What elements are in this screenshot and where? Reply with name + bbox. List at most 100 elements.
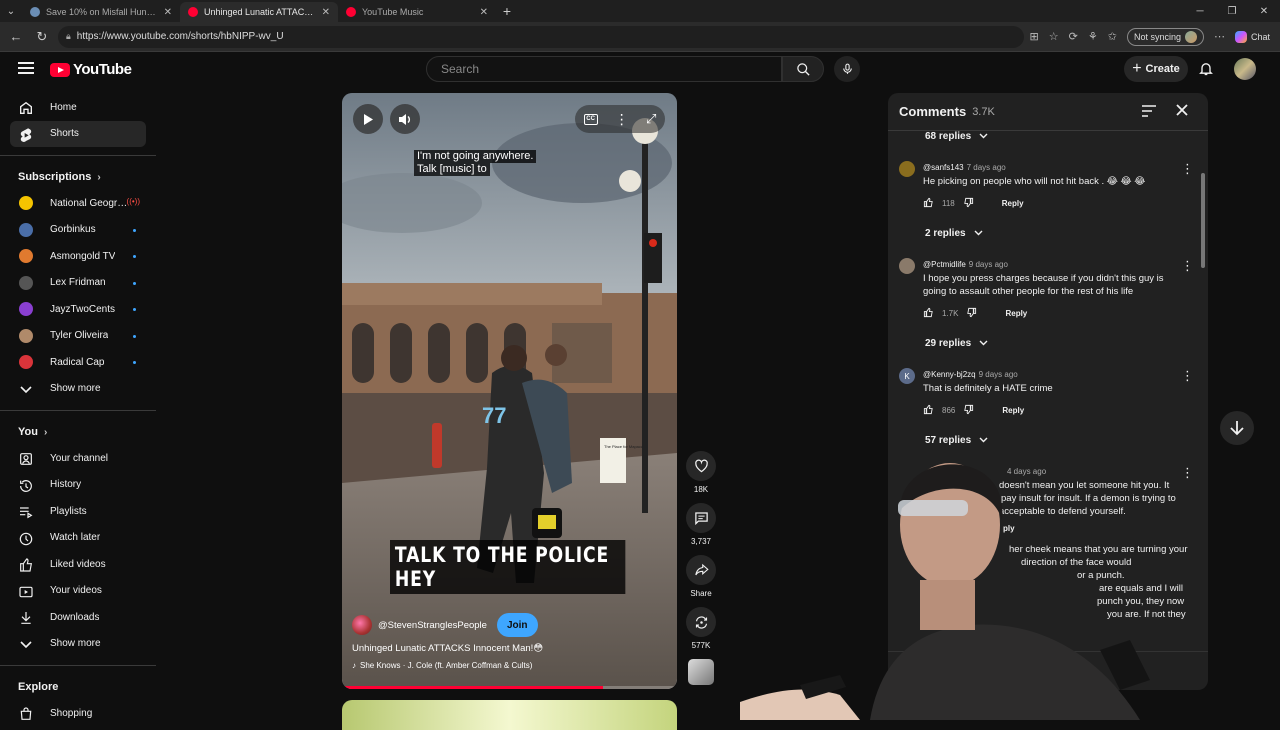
next-short-button[interactable]: [1220, 411, 1254, 445]
close-comments-icon[interactable]: [1175, 103, 1189, 122]
sidebar-item-your-channel[interactable]: Your channel: [10, 445, 146, 472]
profile-sync-button[interactable]: Not syncing: [1126, 27, 1204, 46]
browser-tab-steam[interactable]: Save 10% on Misfall Hunter on Steam ✕: [22, 2, 180, 22]
like-button[interactable]: [686, 451, 716, 481]
tab-close-icon[interactable]: ✕: [164, 7, 172, 18]
sidebar-item-watch-later[interactable]: Watch later: [10, 525, 146, 552]
view-replies-toggle[interactable]: 2 replies: [925, 228, 983, 239]
voice-search-button[interactable]: [834, 56, 860, 82]
reply-button[interactable]: Reply: [1005, 309, 1027, 318]
comment-age[interactable]: 9 days ago: [969, 260, 1008, 269]
like-comment-thumbs-up-icon[interactable]: [923, 197, 934, 210]
dislike-comment-thumbs-down-icon[interactable]: [966, 307, 977, 320]
sidebar-subscription-asmongold-tv[interactable]: Asmongold TV: [10, 243, 146, 270]
sidebar-item-your-videos[interactable]: Your videos: [10, 578, 146, 605]
reply-button[interactable]: Reply: [1002, 406, 1024, 415]
refresh-page-icon[interactable]: ⟳: [1069, 30, 1078, 43]
join-button[interactable]: Join: [496, 613, 538, 637]
sidebar-subscriptions-show-more[interactable]: Show more: [10, 376, 146, 403]
tab-close-icon[interactable]: ✕: [322, 7, 330, 18]
extensions-puzzle-icon[interactable]: ⚘: [1088, 30, 1098, 43]
tab-close-icon[interactable]: ✕: [480, 7, 488, 18]
you-heading[interactable]: You ›: [0, 419, 156, 445]
notifications-bell-icon[interactable]: [1198, 60, 1214, 82]
like-comment-thumbs-up-icon[interactable]: [923, 307, 934, 320]
favorite-star-icon[interactable]: ☆: [1049, 30, 1059, 43]
copilot-chat-button[interactable]: Chat: [1234, 30, 1270, 43]
sidebar-item-home[interactable]: Home: [10, 94, 146, 121]
maximize-icon[interactable]: ❐: [1216, 6, 1248, 17]
next-short-preview[interactable]: [342, 700, 677, 730]
comment-age[interactable]: 4 days ago: [1007, 467, 1046, 476]
volume-button[interactable]: [390, 104, 420, 134]
sidebar-subscription-jayztwocents[interactable]: JayzTwoCents: [10, 296, 146, 323]
sidebar-item-shorts[interactable]: Shorts: [10, 120, 146, 147]
share-button[interactable]: [686, 555, 716, 585]
back-arrow-icon[interactable]: ←: [6, 27, 26, 47]
sort-comments-icon[interactable]: [1142, 104, 1156, 122]
search-input[interactable]: Search: [426, 56, 782, 82]
sidebar-subscription-national-geographic[interactable]: National Geogra... ((•)): [10, 190, 146, 217]
sidebar-subscription-tyler-oliveira[interactable]: Tyler Oliveira: [10, 323, 146, 350]
youtube-logo[interactable]: YouTube: [50, 61, 132, 78]
comment-more-actions-icon[interactable]: ⋮: [1181, 258, 1194, 274]
sound-attribution-link[interactable]: ♪ She Knows · J. Cole (ft. Amber Coffman…: [352, 661, 667, 670]
comment-age[interactable]: 7 days ago: [967, 163, 1006, 172]
comments-scrollbar-thumb[interactable]: [1201, 173, 1205, 268]
commenter-avatar[interactable]: K: [899, 368, 915, 384]
channel-avatar[interactable]: [352, 615, 372, 635]
browser-tab-youtube-music[interactable]: YouTube Music ✕: [338, 2, 496, 22]
channel-handle-link[interactable]: @StevenStranglesPeople: [378, 620, 487, 631]
like-comment-thumbs-up-icon[interactable]: [923, 404, 934, 417]
comments-button[interactable]: [686, 503, 716, 533]
sidebar-you-show-more[interactable]: Show more: [10, 631, 146, 658]
play-button[interactable]: [353, 104, 383, 134]
view-replies-toggle[interactable]: 57 replies: [925, 435, 988, 446]
comment-more-actions-icon[interactable]: ⋮: [1181, 368, 1194, 384]
comment-more-actions-icon[interactable]: ⋮: [1181, 161, 1194, 177]
sidebar-subscription-lex-fridman[interactable]: Lex Fridman: [10, 270, 146, 297]
shorts-video-player[interactable]: The Place for Mapaca 77 CC ⋮ ⤢ I'm not g…: [342, 93, 677, 689]
dislike-comment-thumbs-down-icon[interactable]: [963, 404, 974, 417]
browser-tab-youtube-short[interactable]: Unhinged Lunatic ATTACKS Innocent Man! -…: [180, 2, 338, 22]
minimize-icon[interactable]: ─: [1184, 6, 1216, 17]
commenter-avatar[interactable]: [899, 161, 915, 177]
comment-age[interactable]: 9 days ago: [979, 370, 1018, 379]
app-available-icon[interactable]: ⊞: [1030, 30, 1039, 43]
reply-button[interactable]: ply: [1003, 524, 1015, 533]
sidebar-subscription-radical-cap[interactable]: Radical Cap: [10, 349, 146, 376]
sound-thumbnail[interactable]: [688, 659, 714, 685]
sidebar-item-liked-videos[interactable]: Liked videos: [10, 551, 146, 578]
view-replies-toggle[interactable]: 68 replies: [925, 131, 988, 142]
reply-button[interactable]: Reply: [1002, 199, 1024, 208]
comment-more-actions-icon[interactable]: ⋮: [1181, 465, 1194, 481]
reload-icon[interactable]: ↻: [32, 27, 52, 47]
guide-menu-icon[interactable]: [18, 62, 34, 74]
sidebar-item-history[interactable]: History: [10, 472, 146, 499]
subscriptions-heading[interactable]: Subscriptions ›: [0, 164, 156, 190]
more-menu-icon[interactable]: ⋯: [1214, 30, 1225, 43]
commenter-handle[interactable]: @Pctmidlife: [923, 260, 966, 269]
commenter-handle[interactable]: @sanfs143: [923, 163, 964, 172]
sidebar-subscription-gorbinkus[interactable]: Gorbinkus: [10, 217, 146, 244]
remix-button[interactable]: [686, 607, 716, 637]
closed-captions-icon[interactable]: CC: [583, 113, 598, 125]
account-avatar[interactable]: [1234, 58, 1256, 80]
new-tab-plus-icon[interactable]: +: [496, 3, 518, 19]
search-button[interactable]: [782, 56, 824, 82]
commenter-handle[interactable]: @Kenny-bj2zq: [923, 370, 976, 379]
window-close-icon[interactable]: ✕: [1248, 6, 1280, 17]
create-button[interactable]: + Create: [1124, 56, 1188, 82]
site-info-lock-icon[interactable]: 🔒︎: [66, 31, 71, 42]
commenter-avatar[interactable]: [899, 258, 915, 274]
sidebar-item-playlists[interactable]: Playlists: [10, 498, 146, 525]
view-replies-toggle[interactable]: 29 replies: [925, 338, 988, 349]
fullscreen-expand-icon[interactable]: ⤢: [646, 111, 656, 127]
short-title[interactable]: Unhinged Lunatic ATTACKS Innocent Man!😳: [352, 643, 667, 654]
sidebar-item-downloads[interactable]: Downloads: [10, 604, 146, 631]
video-progress-bar[interactable]: [342, 686, 677, 689]
dislike-comment-thumbs-down-icon[interactable]: [963, 197, 974, 210]
address-bar[interactable]: 🔒︎ https://www.youtube.com/shorts/hbNIPP…: [58, 25, 1024, 48]
sidebar-item-shopping[interactable]: Shopping: [10, 700, 146, 720]
more-options-icon[interactable]: ⋮: [615, 112, 629, 126]
